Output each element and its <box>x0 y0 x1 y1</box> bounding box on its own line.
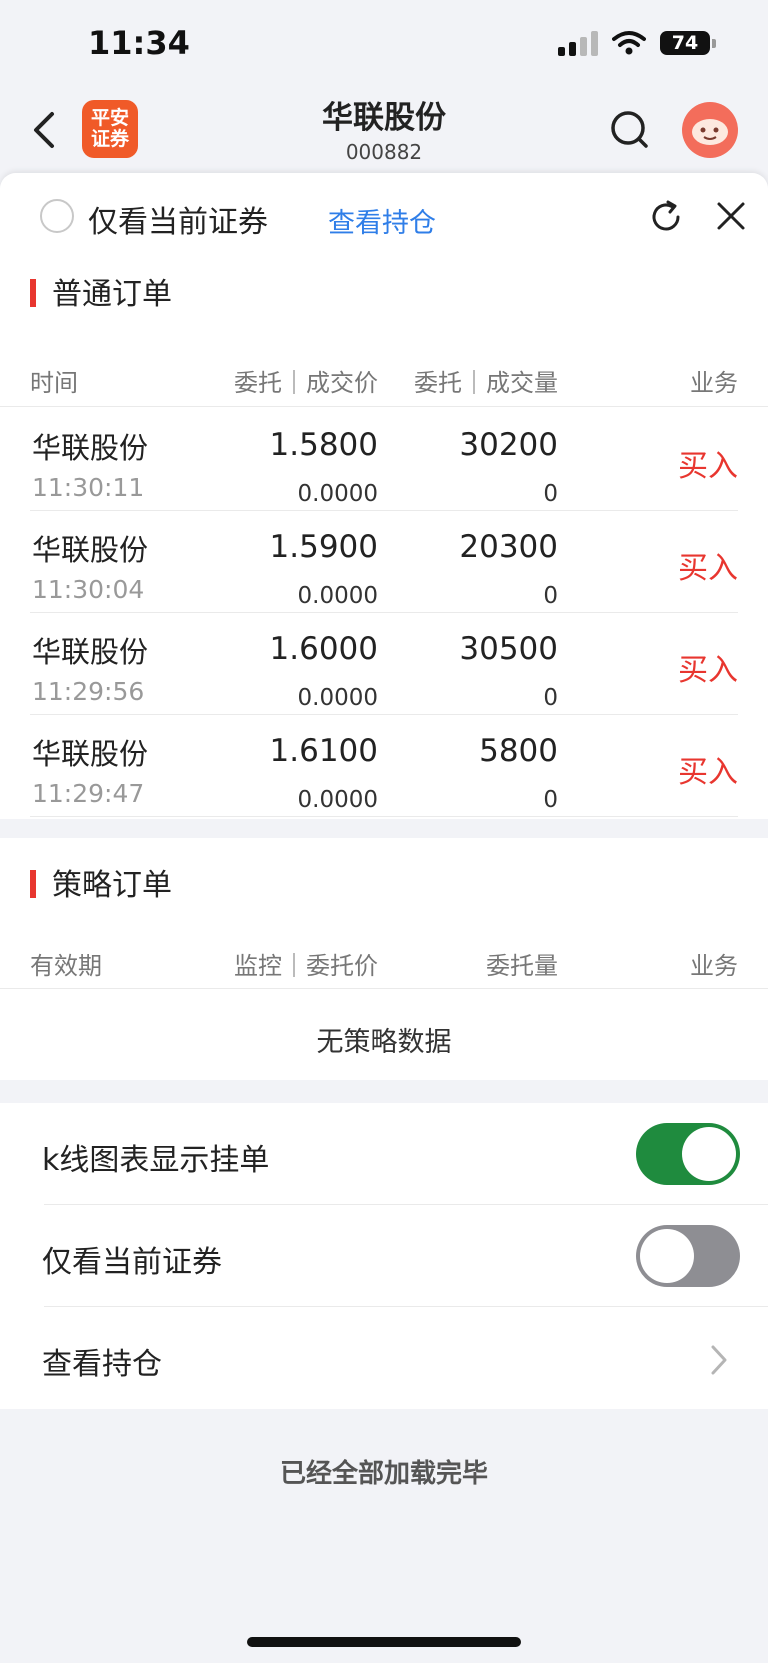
order-qty: 30200 <box>459 427 558 463</box>
order-stock-name: 华联股份 <box>32 737 149 771</box>
order-biz: 买入 <box>678 551 738 586</box>
stock-code: 000882 <box>345 140 423 164</box>
order-deal-price: 0.0000 <box>297 583 378 609</box>
order-price: 1.5900 <box>269 529 378 565</box>
order-deal-price: 0.0000 <box>297 481 378 507</box>
kline-setting-row: k线图表显示挂单 <box>0 1103 768 1205</box>
status-bar: 11:34 74 <box>0 0 768 90</box>
strategy-orders-title-text: 策略订单 <box>52 868 172 903</box>
kline-toggle[interactable] <box>636 1123 740 1185</box>
order-price: 1.5800 <box>269 427 378 463</box>
order-stock-name: 华联股份 <box>32 533 149 567</box>
order-deal-qty: 0 <box>543 481 558 507</box>
only-current-setting-label: 仅看当前证券 <box>42 1245 222 1280</box>
order-stock-name: 华联股份 <box>32 635 149 669</box>
nav-bar: 平安 证券 华联股份 000882 <box>0 90 768 175</box>
header-divider <box>0 406 768 407</box>
col-head-strategy-biz: 业务 <box>690 952 738 980</box>
only-current-radio[interactable] <box>40 199 74 233</box>
kline-setting-label: k线图表显示挂单 <box>42 1143 270 1178</box>
col-head-monitor-price: 监控｜委托价 <box>234 952 378 980</box>
normal-orders-panel: 仅看当前证券 查看持仓 普通订单 时间 委托｜成交价 委托｜成交量 业务 华联股… <box>0 173 768 819</box>
order-deal-qty: 0 <box>543 787 558 813</box>
col-head-time: 时间 <box>30 369 78 397</box>
order-qty: 30500 <box>459 631 558 667</box>
order-qty: 5800 <box>479 733 558 769</box>
orders-sheet: 仅看当前证券 查看持仓 普通订单 时间 委托｜成交价 委托｜成交量 业务 华联股… <box>0 173 768 1663</box>
section-accent-bar <box>30 279 36 307</box>
order-row[interactable]: 华联股份 11:29:47 1.6100 0.0000 5800 0 买入 <box>0 715 768 817</box>
order-time: 11:30:04 <box>32 575 145 604</box>
order-deal-price: 0.0000 <box>297 787 378 813</box>
toggle-knob <box>640 1229 694 1283</box>
col-head-strategy-qty: 委托量 <box>486 952 558 980</box>
row-divider <box>30 816 738 817</box>
col-head-validity: 有效期 <box>30 952 102 980</box>
load-complete-footer: 已经全部加载完毕 <box>279 1459 488 1489</box>
mascot-face-icon <box>692 119 728 145</box>
col-head-biz: 业务 <box>690 369 738 397</box>
strategy-orders-title: 策略订单 <box>30 860 172 904</box>
view-holdings-label: 查看持仓 <box>42 1347 162 1382</box>
order-biz: 买入 <box>678 755 738 790</box>
view-holdings-row[interactable]: 查看持仓 <box>0 1307 768 1409</box>
wifi-icon <box>612 31 646 55</box>
close-icon[interactable] <box>714 199 748 233</box>
only-current-setting-row: 仅看当前证券 <box>0 1205 768 1307</box>
toggle-knob <box>682 1127 736 1181</box>
order-row[interactable]: 华联股份 11:29:56 1.6000 0.0000 30500 0 买入 <box>0 613 768 715</box>
col-head-price: 委托｜成交价 <box>234 369 378 397</box>
header-divider <box>0 988 768 989</box>
settings-panel: k线图表显示挂单 仅看当前证券 查看持仓 <box>0 1103 768 1409</box>
order-time: 11:30:11 <box>32 473 145 502</box>
view-holdings-link[interactable]: 查看持仓 <box>328 201 436 240</box>
search-icon[interactable] <box>608 108 652 152</box>
cellular-signal-icon <box>558 30 598 56</box>
order-biz: 买入 <box>678 449 738 484</box>
chevron-right-icon <box>711 1345 727 1375</box>
filter-bar: 仅看当前证券 查看持仓 <box>0 173 768 253</box>
refresh-icon[interactable] <box>648 199 684 235</box>
only-current-label[interactable]: 仅看当前证券 <box>88 197 268 241</box>
status-time: 11:34 <box>88 24 190 62</box>
order-deal-qty: 0 <box>543 685 558 711</box>
stock-name-title: 华联股份 <box>322 100 446 136</box>
status-icons: 74 <box>558 30 716 56</box>
col-head-qty: 委托｜成交量 <box>414 369 558 397</box>
only-current-toggle[interactable] <box>636 1225 740 1287</box>
home-indicator[interactable] <box>247 1637 521 1647</box>
order-qty: 20300 <box>459 529 558 565</box>
order-biz: 买入 <box>678 653 738 688</box>
strategy-empty-message: 无策略数据 <box>316 1027 452 1058</box>
order-price: 1.6100 <box>269 733 378 769</box>
section-accent-bar <box>30 870 36 898</box>
order-deal-price: 0.0000 <box>297 685 378 711</box>
order-price: 1.6000 <box>269 631 378 667</box>
normal-orders-title: 普通订单 <box>30 269 172 313</box>
order-time: 11:29:56 <box>32 677 145 706</box>
order-stock-name: 华联股份 <box>32 431 149 465</box>
order-deal-qty: 0 <box>543 583 558 609</box>
order-time: 11:29:47 <box>32 779 145 808</box>
strategy-orders-panel: 策略订单 有效期 监控｜委托价 委托量 业务 无策略数据 <box>0 838 768 1080</box>
assistant-avatar-icon[interactable] <box>682 102 738 158</box>
order-row[interactable]: 华联股份 11:30:11 1.5800 0.0000 30200 0 买入 <box>0 409 768 511</box>
order-row[interactable]: 华联股份 11:30:04 1.5900 0.0000 20300 0 买入 <box>0 511 768 613</box>
normal-orders-title-text: 普通订单 <box>52 277 172 312</box>
battery-icon: 74 <box>660 31 716 55</box>
